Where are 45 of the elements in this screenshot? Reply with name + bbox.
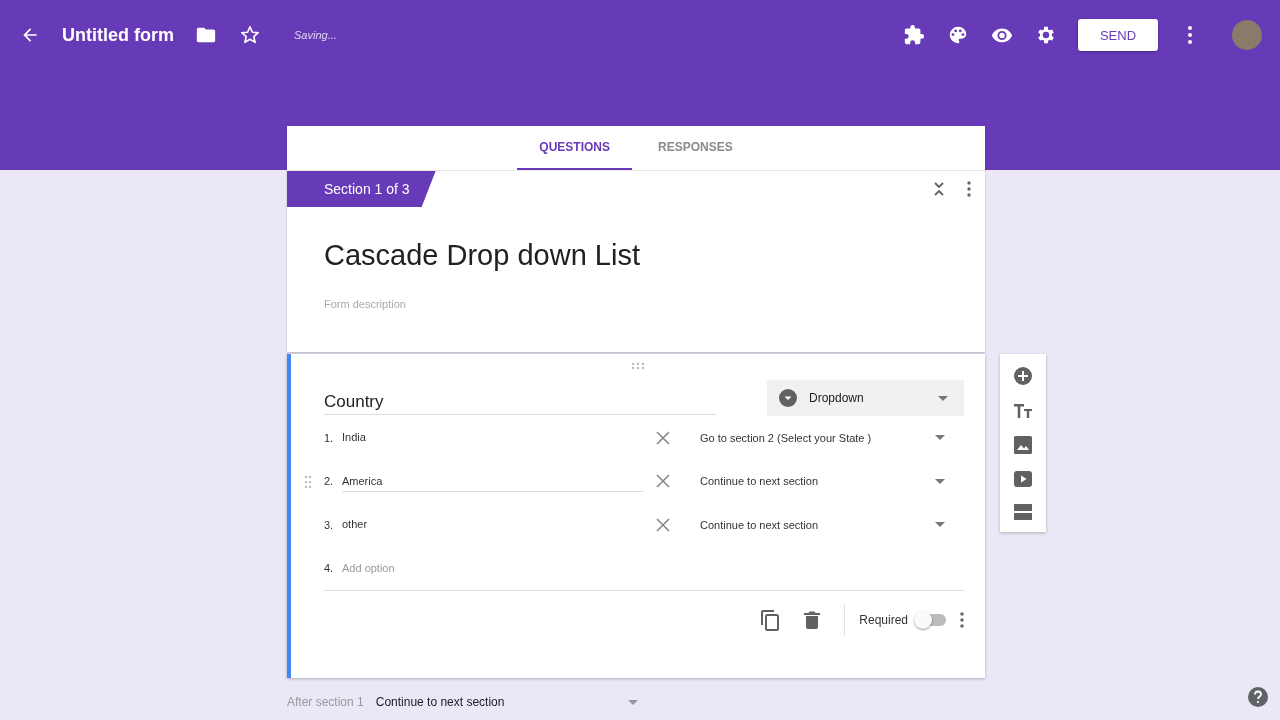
form-title-field[interactable]: Cascade Drop down List — [324, 239, 640, 272]
after-section-dropdown[interactable]: Continue to next section — [375, 695, 638, 709]
help-icon[interactable] — [1248, 687, 1268, 707]
after-section-label: After section 1 — [287, 695, 364, 709]
question-title-field[interactable]: Country — [324, 380, 716, 415]
option-number: 2. — [324, 475, 335, 488]
option-field[interactable]: America — [342, 470, 644, 492]
drag-handle-icon[interactable] — [304, 474, 312, 489]
image-icon[interactable] — [1014, 436, 1032, 454]
tab[interactable]: QUESTIONS — [517, 126, 632, 170]
section-label: Section 1 of 3 — [287, 171, 436, 207]
section-destination-dropdown[interactable]: Go to section 2 (Select your State ) — [700, 431, 945, 444]
section-destination-dropdown[interactable]: Continue to next section — [700, 518, 945, 531]
saving-status: Saving... — [294, 29, 337, 41]
option-field[interactable]: India — [342, 427, 644, 449]
add-circle-icon[interactable] — [1013, 366, 1033, 386]
copy-icon[interactable] — [760, 609, 781, 631]
puzzle-icon[interactable] — [902, 23, 926, 47]
section-icon[interactable] — [1014, 504, 1032, 520]
close-icon[interactable] — [656, 430, 670, 445]
question-type-dropdown[interactable]: Dropdown — [767, 380, 964, 416]
required-toggle[interactable] — [916, 614, 946, 626]
caret-icon — [627, 699, 638, 705]
required-label: Required — [859, 613, 908, 627]
trash-icon[interactable] — [804, 611, 821, 629]
option-number: 3. — [324, 518, 335, 531]
collapse-icon[interactable] — [933, 181, 945, 197]
send-button[interactable]: SEND — [1078, 19, 1158, 51]
caret-icon — [938, 395, 948, 401]
caret-icon — [935, 435, 945, 441]
close-icon[interactable] — [656, 474, 670, 489]
section-destination-dropdown[interactable]: Continue to next section — [700, 475, 945, 488]
option-field[interactable]: other — [342, 514, 644, 536]
option-number: 1. — [324, 431, 335, 444]
dropdown-circle-icon — [779, 389, 797, 407]
close-icon[interactable] — [656, 517, 670, 532]
text-icon[interactable] — [1013, 403, 1033, 419]
caret-icon — [935, 478, 945, 484]
more-vertical-icon[interactable] — [967, 181, 971, 197]
option-number: 4. — [324, 562, 335, 575]
drag-handle-icon[interactable] — [631, 362, 645, 370]
video-icon[interactable] — [1014, 471, 1032, 487]
form-title[interactable]: Untitled form — [62, 24, 174, 46]
more-vertical-icon[interactable] — [960, 612, 964, 628]
caret-icon — [935, 522, 945, 528]
